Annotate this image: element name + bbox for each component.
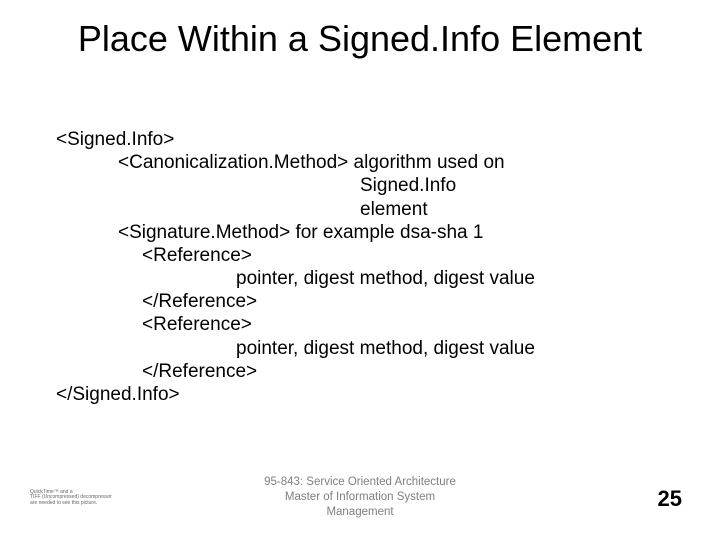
code-line: <Reference> <box>56 244 676 267</box>
code-line: <Reference> <box>56 313 676 336</box>
code-line: </Reference> <box>56 290 676 313</box>
code-line: <Canonicalization.Method> algorithm used… <box>56 151 676 174</box>
code-line: </Signed.Info> <box>56 383 676 406</box>
page-number: 25 <box>658 486 682 512</box>
code-line: pointer, digest method, digest value <box>56 267 676 290</box>
code-line: element <box>56 198 676 221</box>
code-line: Signed.Info <box>56 174 676 197</box>
slide-body: <Signed.Info> <Canonicalization.Method> … <box>56 128 676 406</box>
footer-dept: Master of Information System <box>0 490 720 505</box>
code-line: pointer, digest method, digest value <box>56 337 676 360</box>
footer-course: 95-843: Service Oriented Architecture <box>0 475 720 490</box>
code-line: <Signed.Info> <box>56 128 676 151</box>
slide-title: Place Within a Signed.Info Element <box>0 0 720 59</box>
code-line: </Reference> <box>56 360 676 383</box>
footer-text: 95-843: Service Oriented Architecture Ma… <box>0 475 720 520</box>
footer-dept: Management <box>0 505 720 520</box>
code-line: <Signature.Method> for example dsa-sha 1 <box>56 221 676 244</box>
